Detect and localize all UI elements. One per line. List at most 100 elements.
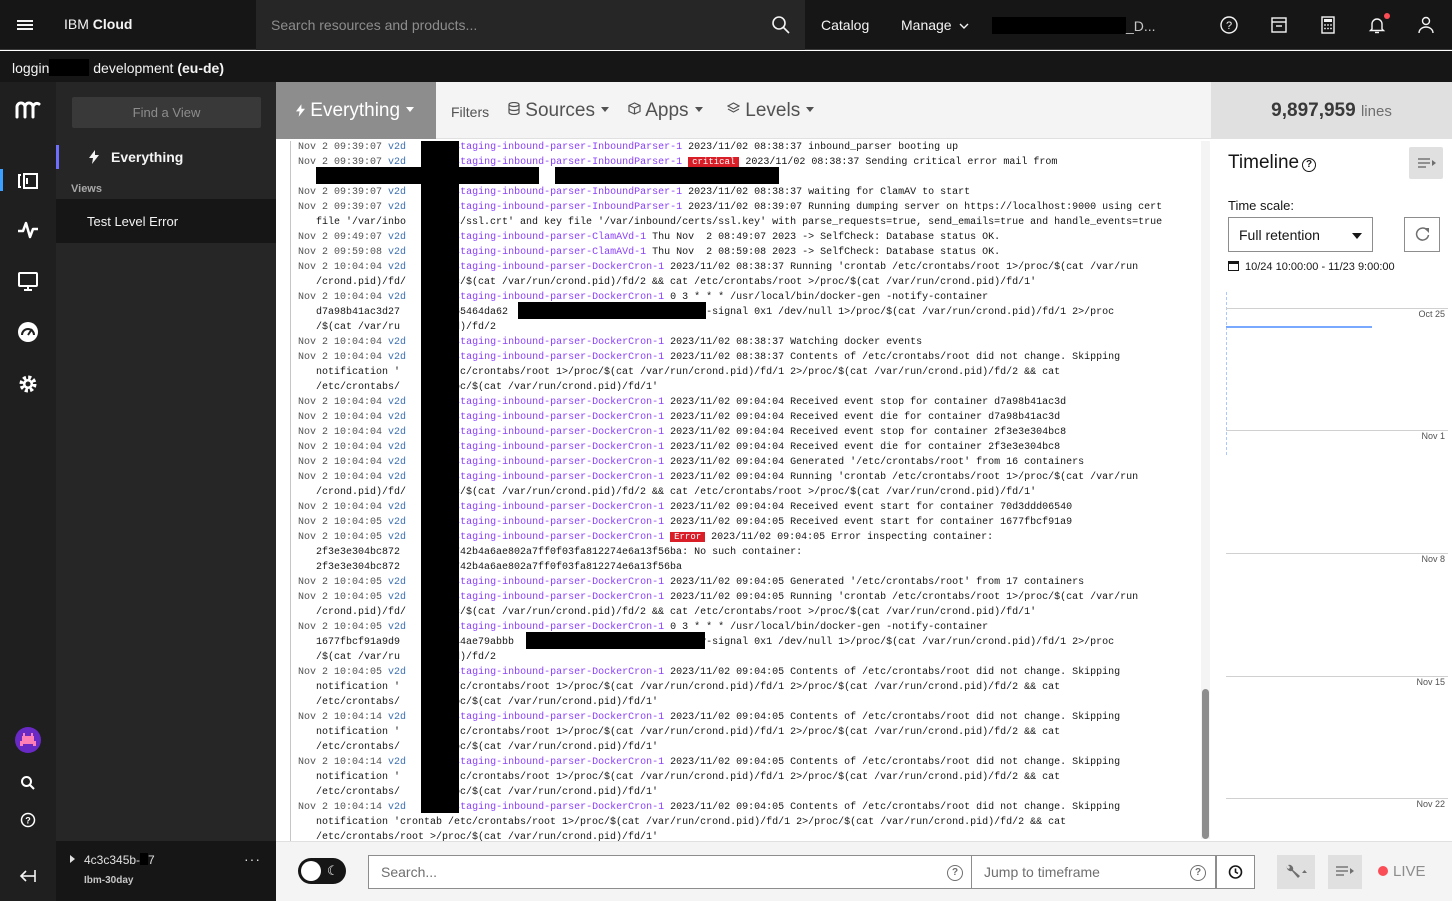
log-app: staging-inbound-parser-DockerCron-1 [454, 712, 665, 723]
ibm-cloud-logo[interactable]: IBM Cloud [64, 16, 132, 32]
apps-filter[interactable]: Apps [628, 100, 703, 122]
settings-gear-icon[interactable] [16, 372, 40, 396]
help-icon[interactable]: ? [947, 865, 963, 881]
help-icon[interactable]: ? [1190, 865, 1206, 881]
manage-menu[interactable]: Manage [901, 17, 969, 33]
log-level-badge: Error [670, 532, 706, 542]
menu-icon[interactable] [0, 0, 50, 50]
log-source: v2d [388, 337, 407, 348]
redacted-block [526, 632, 705, 649]
global-search-input[interactable] [271, 17, 751, 33]
log-app: staging-inbound-parser-DockerCron-1 [454, 802, 665, 813]
log-lines-container[interactable]: Nov 2 09:39:07 v2d staging-inbound-parse… [290, 141, 1211, 841]
catalog-link[interactable]: Catalog [821, 17, 869, 33]
help-icon[interactable]: ? [1219, 15, 1239, 35]
redacted-column [421, 141, 459, 813]
timeline-toggle-button[interactable] [1409, 147, 1443, 179]
cost-estimator-icon[interactable] [1269, 15, 1289, 35]
log-timestamp: Nov 2 09:39:07 [298, 187, 383, 198]
live-button[interactable]: LIVE [1378, 863, 1426, 880]
boards-icon[interactable] [16, 269, 40, 293]
log-app: staging-inbound-parser-DockerCron-1 [454, 457, 665, 468]
timeline-label: Nov 8 [1421, 554, 1445, 564]
log-source: v2d [388, 262, 407, 273]
log-viewer-icon[interactable] [16, 169, 40, 193]
graphing-icon[interactable] [16, 218, 40, 242]
find-view-input[interactable]: Find a View [72, 97, 261, 128]
log-timestamp: Nov 2 10:04:04 [298, 442, 383, 453]
account-id-text: 4c3c345b- [84, 853, 141, 867]
help-icon[interactable]: ? [20, 812, 36, 828]
time-scale-value: Full retention [1239, 227, 1320, 243]
log-message: 2023/11/02 09:04:05 Contents of /etc/cro… [664, 712, 1121, 723]
log-message: /$(cat /var/ru .pid)/fd/2 [298, 322, 497, 333]
time-scale-select[interactable]: Full retention [1228, 217, 1373, 252]
log-app: staging-inbound-parser-DockerCron-1 [454, 472, 665, 483]
moon-icon: ☾ [327, 863, 339, 878]
apps-label: Apps [645, 100, 689, 121]
expand-caret-icon[interactable] [70, 855, 75, 863]
timeline-volume-line [1226, 326, 1372, 328]
avatar[interactable] [15, 727, 41, 753]
collapse-sidebar-icon[interactable] [18, 866, 38, 886]
scrollbar-thumb[interactable] [1202, 689, 1209, 839]
more-options-icon[interactable]: ··· [244, 851, 261, 867]
time-picker-button[interactable] [1216, 855, 1255, 889]
caret-down-icon [694, 107, 703, 112]
active-indicator [0, 169, 3, 191]
log-source: v2d [388, 142, 407, 153]
log-scrollbar[interactable] [1201, 141, 1210, 839]
log-app: staging-inbound-parser-DockerCron-1 [454, 502, 665, 513]
log-message: 2023/11/02 09:04:04 Running 'crontab /et… [664, 472, 1139, 483]
levels-label: Levels [745, 100, 801, 121]
caret-down-icon [600, 107, 609, 112]
account-id[interactable]: 4c3c345b- 7 [84, 853, 155, 867]
calculator-icon[interactable] [1318, 15, 1338, 35]
timeline-title-text: Timeline [1228, 152, 1300, 173]
everything-view[interactable]: Everything [56, 142, 276, 172]
levels-filter[interactable]: Levels [726, 100, 815, 122]
view-options-button[interactable] [1328, 855, 1362, 889]
bottom-search-bar: ☾ ? ? LIVE [276, 841, 1452, 901]
logdna-logo-icon[interactable] [14, 97, 42, 121]
instance-name: development [93, 60, 174, 76]
redacted-block [49, 59, 90, 76]
account-switcher[interactable]: _D... [992, 17, 1156, 34]
live-indicator-dot [1378, 866, 1388, 876]
log-source: v2d [388, 502, 407, 513]
log-app: staging-inbound-parser-ClamAVd-1 [454, 247, 647, 258]
everything-dropdown[interactable]: Everything [276, 82, 436, 139]
refresh-icon [1415, 227, 1430, 241]
log-message: 0 3 * * * /usr/local/bin/docker-gen -not… [664, 622, 989, 633]
jump-to-timeframe-input[interactable] [984, 864, 1174, 880]
log-message: 2f3e3e304bc872 20a742b4a6ae802a7ff0f03fa… [298, 562, 683, 573]
list-arrow-icon [1336, 866, 1354, 876]
refresh-button[interactable] [1404, 217, 1440, 252]
live-label: LIVE [1393, 863, 1426, 880]
log-line[interactable]: /etc/crontabs/root >/proc/$(cat /var/run… [298, 830, 1162, 841]
dark-mode-toggle[interactable]: ☾ [298, 858, 346, 884]
log-line[interactable]: notification 'crontab /etc/crontabs/root… [298, 815, 1162, 830]
log-timestamp: Nov 2 10:04:14 [298, 802, 383, 813]
tools-menu-button[interactable] [1277, 855, 1315, 889]
log-timestamp: Nov 2 10:04:05 [298, 667, 383, 678]
account-id-tail: 7 [148, 853, 155, 867]
instance-name-prefix: loggin [12, 60, 50, 76]
log-search-input[interactable] [381, 864, 921, 880]
log-message: notification ' /etc/crontabs/root 1>/pro… [298, 727, 1061, 738]
log-timestamp: Nov 2 10:04:04 [298, 397, 383, 408]
search-icon[interactable] [20, 775, 36, 791]
search-icon[interactable] [771, 15, 791, 35]
timeline-chart[interactable]: Oct 25 Nov 1 Nov 8 Nov 15 Nov 22 [1226, 292, 1448, 809]
view-item-test-level-error[interactable]: Test Level Error [56, 199, 276, 243]
log-app: staging-inbound-parser-InboundParser-1 [454, 187, 683, 198]
log-source: v2d [388, 757, 407, 768]
help-icon[interactable]: ? [1302, 158, 1317, 172]
log-message: 2023/11/02 08:38:37 inbound_parser booti… [682, 142, 959, 153]
screens-dashboard-icon[interactable] [16, 320, 40, 344]
log-timestamp: Nov 2 10:04:05 [298, 592, 383, 603]
sources-filter[interactable]: Sources [508, 100, 609, 122]
log-timestamp: Nov 2 10:04:14 [298, 712, 383, 723]
user-icon[interactable] [1416, 15, 1436, 35]
log-message: /crond.pid)/fd/ roc/$(cat /var/run/crond… [298, 277, 1037, 288]
